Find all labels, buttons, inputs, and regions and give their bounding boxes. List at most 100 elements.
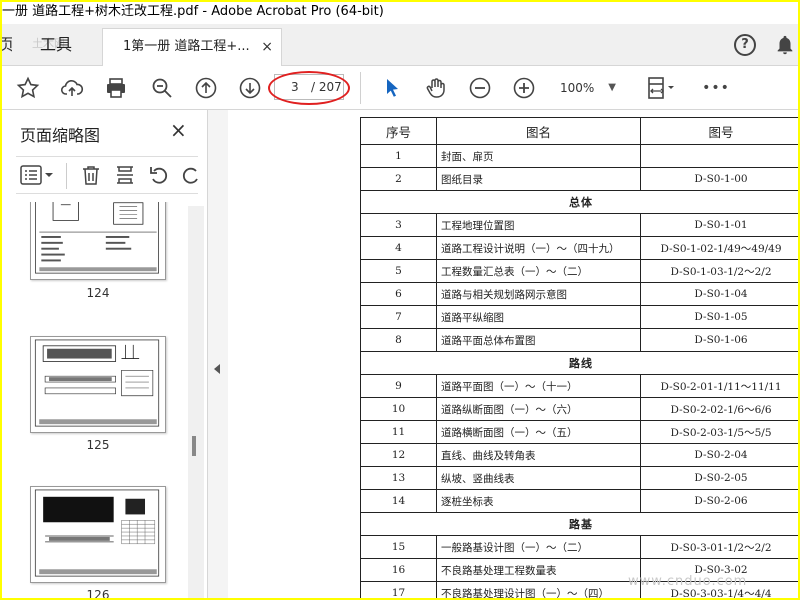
table-row: 8 道路平面总体布置图 D-S0-1-06 — [360, 328, 798, 352]
drawing-code: D-S0-1-01 — [640, 213, 798, 237]
page-fit-icon[interactable] — [642, 74, 678, 102]
drawing-name: 道路与相关规划路网示意图 — [436, 282, 641, 306]
thumbnail-toolbar — [16, 156, 198, 194]
table-row: 12 直线、曲线及转角表 D-S0-2-04 — [360, 443, 798, 467]
previous-page-icon[interactable] — [192, 74, 220, 102]
thumbnail-label: 125 — [86, 438, 110, 452]
chevron-down-icon: ▼ — [608, 82, 616, 93]
watermark: www.cnduo.com — [628, 574, 748, 589]
section-row: 路基 — [360, 512, 798, 536]
table-row: 7 道路平纵缩图 D-S0-1-05 — [360, 305, 798, 329]
section-row: 路线 — [360, 351, 798, 375]
toolbar-divider — [66, 163, 67, 189]
scrollbar-grip[interactable] — [192, 436, 196, 456]
row-number: 13 — [360, 466, 437, 490]
drawing-code: D-S0-2-04 — [640, 443, 798, 467]
drawing-name: 图纸目录 — [436, 167, 641, 191]
row-number: 6 — [360, 282, 437, 306]
column-header: 图名 — [436, 117, 641, 145]
drawing-name: 逐桩坐标表 — [436, 489, 641, 513]
drawing-name: 一般路基设计图（一）～（二） — [436, 535, 641, 559]
zoom-level-select[interactable]: 100% ▼ — [554, 75, 624, 101]
drawing-name: 纵坡、竖曲线表 — [436, 466, 641, 490]
row-number: 9 — [360, 374, 437, 398]
rotate-left-icon[interactable] — [148, 164, 172, 188]
page-thumbnail[interactable] — [30, 486, 166, 583]
drawing-name: 直线、曲线及转角表 — [436, 443, 641, 467]
drawing-name: 道路横断面图（一）～（五） — [436, 420, 641, 444]
bookmark-star-icon[interactable] — [14, 74, 42, 102]
window-title: 一册 道路工程+树木迁改工程.pdf - Adobe Acrobat Pro (… — [2, 2, 798, 24]
close-panel-icon[interactable]: × — [170, 118, 187, 142]
row-number: 3 — [360, 213, 437, 237]
drawing-code: D-S0-2-01-1/11～11/11 — [640, 374, 798, 398]
drawing-code: D-S0-1-03-1/2～2/2 — [640, 259, 798, 283]
section-title: 总体 — [360, 190, 798, 214]
extract-pages-icon[interactable] — [114, 164, 138, 188]
drawing-code — [640, 144, 798, 168]
table-row: 11 道路横断面图（一）～（五） D-S0-2-03-1/5～5/5 — [360, 420, 798, 444]
section-title: 路基 — [360, 512, 798, 536]
table-row: 13 纵坡、竖曲线表 D-S0-2-05 — [360, 466, 798, 490]
column-header: 图号 — [640, 117, 798, 145]
drawing-name: 道路平纵缩图 — [436, 305, 641, 329]
page-thumbnail[interactable] — [30, 202, 166, 280]
drawing-name: 不良路基处理工程数量表 — [436, 558, 641, 582]
table-row: 6 道路与相关规划路网示意图 D-S0-1-04 — [360, 282, 798, 306]
tab-home[interactable]: 页 — [2, 30, 12, 66]
table-row: 10 道路纵断面图（一）～（六） D-S0-2-02-1/6～6/6 — [360, 397, 798, 421]
delete-page-icon[interactable] — [80, 164, 104, 188]
row-number: 5 — [360, 259, 437, 283]
drawing-name: 工程数量汇总表（一）～（二） — [436, 259, 641, 283]
options-menu-icon[interactable] — [20, 164, 56, 188]
drawing-name: 工程地理位置图 — [436, 213, 641, 237]
row-number: 10 — [360, 397, 437, 421]
document-view[interactable]: 序号 图名 图号 1 封面、扉页 2 图纸目录 D-S0-1-00 总体 3 工程地理位置图 D… — [228, 110, 798, 598]
thumbnail-scrollbar[interactable] — [188, 206, 204, 598]
zoom-in-icon[interactable] — [510, 74, 538, 102]
drawing-name: 道路工程设计说明（一）～（四十九） — [436, 236, 641, 260]
thumbnail-label: 126 — [86, 588, 110, 598]
collapse-panel-handle[interactable] — [208, 110, 228, 598]
help-icon[interactable]: ? — [734, 34, 756, 56]
row-number: 7 — [360, 305, 437, 329]
tab-tools[interactable]: 工具 — [16, 24, 96, 66]
print-icon[interactable] — [102, 74, 130, 102]
page-thumbnails-panel: 页面缩略图 × 124 125 126 — [2, 110, 208, 598]
zoom-out-icon[interactable] — [466, 74, 494, 102]
row-number: 1 — [360, 144, 437, 168]
panel-title: 页面缩略图 — [20, 126, 101, 145]
close-tab-icon[interactable]: × — [261, 29, 273, 65]
rotate-right-icon[interactable] — [180, 164, 198, 188]
row-number: 2 — [360, 167, 437, 191]
drawing-code: D-S0-1-05 — [640, 305, 798, 329]
section-row: 总体 — [360, 190, 798, 214]
tab-document[interactable]: 1第一册 道路工程+... × — [102, 28, 282, 66]
section-title: 路线 — [360, 351, 798, 375]
zoom-value: 100% — [560, 81, 595, 95]
hand-tool-icon[interactable] — [422, 74, 450, 102]
drawing-code: D-S0-1-06 — [640, 328, 798, 352]
select-cursor-icon[interactable] — [378, 74, 406, 102]
chevron-left-icon — [214, 364, 220, 374]
more-tools-icon[interactable]: ••• — [700, 74, 732, 102]
pdf-page: 序号 图名 图号 1 封面、扉页 2 图纸目录 D-S0-1-00 总体 3 工程地理位置图 D… — [358, 115, 798, 598]
drawing-name: 道路平面图（一）～（十一） — [436, 374, 641, 398]
drawing-name: 道路纵断面图（一）～（六） — [436, 397, 641, 421]
main-toolbar: 3 / 207 100% ▼ ••• — [2, 66, 798, 110]
column-header: 序号 — [360, 117, 437, 145]
table-row: 15 一般路基设计图（一）～（二） D-S0-3-01-1/2～2/2 — [360, 535, 798, 559]
table-row: 14 逐桩坐标表 D-S0-2-06 — [360, 489, 798, 513]
page-thumbnail[interactable] — [30, 336, 166, 433]
next-page-icon[interactable] — [236, 74, 264, 102]
cloud-upload-icon[interactable] — [58, 74, 86, 102]
drawing-code: D-S0-2-05 — [640, 466, 798, 490]
zoom-search-icon[interactable] — [148, 74, 176, 102]
row-number: 16 — [360, 558, 437, 582]
bell-icon[interactable] — [774, 34, 796, 56]
table-row: 3 工程地理位置图 D-S0-1-01 — [360, 213, 798, 237]
acrobat-window: 一册 道路工程+树木迁改工程.pdf - Adobe Acrobat Pro (… — [2, 2, 798, 598]
annotation-highlight-ellipse — [268, 71, 350, 105]
drawing-code: D-S0-1-00 — [640, 167, 798, 191]
toolbar-divider — [360, 72, 361, 104]
